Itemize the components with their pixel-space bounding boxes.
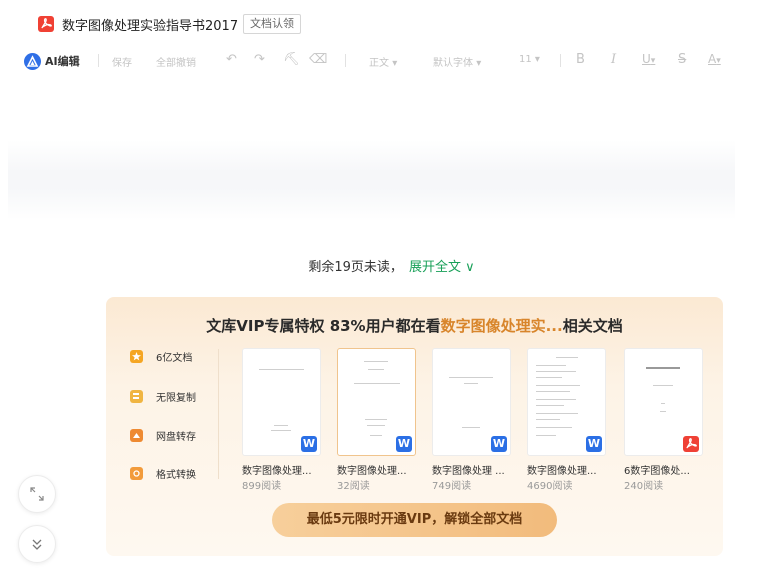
toolbar-divider: [560, 54, 561, 67]
word-file-icon: W: [396, 436, 412, 452]
double-chevron-down-icon: [32, 539, 42, 550]
title-bar: 数字图像处理实验指导书2017 文档认领: [0, 0, 783, 46]
font-color-button[interactable]: A▾: [708, 52, 721, 66]
bold-button[interactable]: B: [576, 52, 585, 67]
ai-edit-button[interactable]: AI编辑: [24, 52, 80, 70]
clear-format-icon[interactable]: ⌫: [309, 52, 327, 67]
word-file-icon: W: [301, 436, 317, 452]
related-doc-title[interactable]: 6数字图像处...: [624, 462, 706, 477]
claim-document-button[interactable]: 文档认领: [243, 14, 301, 34]
feature-item: 6亿文档: [130, 347, 192, 365]
word-file-icon: W: [491, 436, 507, 452]
vip-headline: 文库VIP专属特权 83%用户都在看数字图像处理实...相关文档: [206, 317, 623, 335]
toolbar-divider: [345, 54, 346, 67]
save-button[interactable]: 保存: [112, 54, 132, 69]
related-doc-thumbnail[interactable]: W: [337, 348, 416, 456]
related-doc-thumbnail[interactable]: [624, 348, 703, 456]
open-vip-button[interactable]: 最低5元限时开通VIP，解锁全部文档: [272, 503, 557, 537]
related-doc-thumbnail[interactable]: W: [242, 348, 321, 456]
redo-icon[interactable]: ↷: [254, 52, 265, 67]
feature-item: 网盘转存: [130, 426, 196, 444]
related-doc-title[interactable]: 数字图像处理...: [337, 462, 419, 477]
font-family-dropdown[interactable]: 默认字体 ▾: [433, 54, 481, 69]
related-doc-title[interactable]: 数字图像处理 ...: [432, 462, 514, 477]
scroll-down-button[interactable]: [18, 525, 56, 563]
related-doc-reads: 749阅读: [432, 481, 472, 492]
undo-all-button[interactable]: 全部撤销: [156, 54, 196, 69]
feature-item: 格式转换: [130, 464, 196, 482]
feature-item: 无限复制: [130, 387, 196, 405]
expand-icon: [30, 487, 44, 501]
convert-icon: [130, 466, 143, 480]
document-preview-fade: [8, 140, 735, 220]
cloud-icon: [130, 428, 143, 442]
related-doc-reads: 4690阅读: [527, 481, 573, 492]
italic-button[interactable]: I: [611, 52, 616, 67]
vip-promotion-card: 文库VIP专属特权 83%用户都在看数字图像处理实...相关文档 6亿文档 无限…: [106, 297, 723, 556]
ai-logo-icon: [24, 52, 41, 70]
document-title: 数字图像处理实验指导书2017: [62, 19, 239, 34]
expand-full-text-link[interactable]: 展开全文 ∨: [409, 260, 475, 275]
underline-button[interactable]: U▾: [642, 52, 655, 66]
feature-divider: [218, 349, 219, 479]
format-painter-icon[interactable]: ⛏: [283, 52, 300, 67]
paragraph-style-dropdown[interactable]: 正文 ▾: [369, 54, 397, 69]
related-doc-thumbnail[interactable]: W: [432, 348, 511, 456]
fullscreen-button[interactable]: [18, 475, 56, 513]
remaining-pages-text: 剩余19页未读，: [308, 260, 403, 275]
undo-icon[interactable]: ↶: [226, 52, 237, 67]
pdf-file-icon: [683, 436, 699, 452]
ai-edit-label: AI编辑: [45, 55, 80, 68]
chevron-down-icon: ∨: [465, 260, 475, 275]
toolbar-divider: [98, 54, 99, 67]
related-doc-thumbnail[interactable]: W: [527, 348, 606, 456]
word-file-icon: W: [586, 436, 602, 452]
related-doc-reads: 32阅读: [337, 481, 370, 492]
editor-toolbar: AI编辑 保存 全部撤销 ↶ ↷ ⛏ ⌫ 正文 ▾ 默认字体 ▾ 11 ▾ B …: [0, 48, 783, 74]
related-doc-reads: 899阅读: [242, 481, 282, 492]
remaining-pages-prompt: 剩余19页未读， 展开全文 ∨: [0, 256, 783, 275]
font-size-dropdown[interactable]: 11 ▾: [519, 54, 540, 65]
related-doc-title[interactable]: 数字图像处理...: [242, 462, 324, 477]
pdf-icon: [38, 16, 54, 32]
related-doc-title[interactable]: 数字图像处理...: [527, 462, 609, 477]
strikethrough-button[interactable]: S: [678, 52, 686, 67]
related-doc-reads: 240阅读: [624, 481, 664, 492]
star-icon: [130, 349, 143, 363]
copy-icon: [130, 389, 143, 403]
